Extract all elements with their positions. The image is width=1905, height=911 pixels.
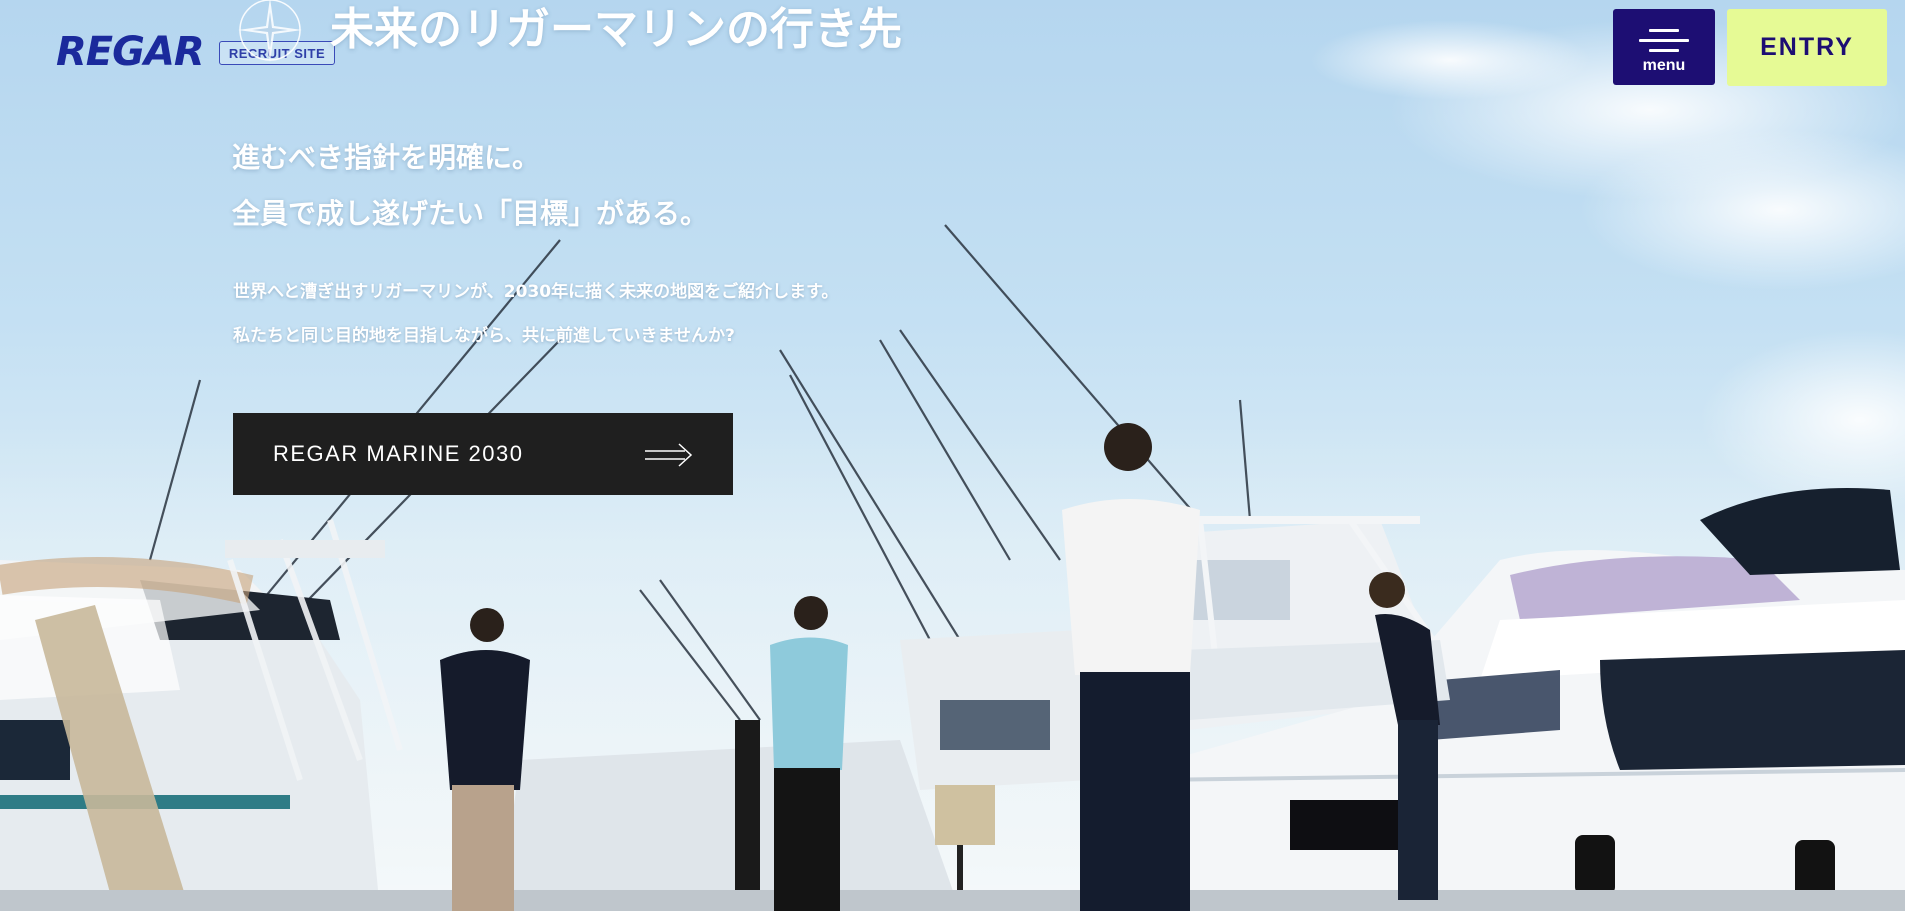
lead-line-2: 私たちと同じ目的地を目指しながら、共に前進していきませんか? [233,326,735,346]
catch-line-1: 進むべき指針を明確に。 [232,141,541,174]
arrow-right-icon [645,443,693,467]
menu-button[interactable]: menu [1613,9,1715,85]
entry-button[interactable]: ENTRY [1727,9,1887,86]
hero-catchphrase: 進むべき指針を明確に。 全員で成し遂げたい「目標」がある。 [232,130,708,242]
menu-label: menu [1642,57,1686,74]
lead-line-1: 世界へと漕ぎ出すリガーマリンが、2030年に描く未来の地図をご紹介します。 [233,282,839,302]
page-title: 未来のリガーマリンの行き先 [330,4,902,55]
logo-wordmark: REGAR [56,29,205,75]
hamburger-icon [1639,29,1689,59]
regar-logo[interactable]: REGAR [56,29,205,75]
catch-line-2: 全員で成し遂げたい「目標」がある。 [232,197,709,230]
cta-label: REGAR MARINE 2030 [273,441,524,466]
regar-marine-2030-button[interactable]: REGAR MARINE 2030 [233,413,733,495]
person-centre-left [770,596,848,911]
compass-icon [238,0,302,62]
hero-lead-text: 世界へと漕ぎ出すリガーマリンが、2030年に描く未来の地図をご紹介します。 私た… [233,270,838,358]
